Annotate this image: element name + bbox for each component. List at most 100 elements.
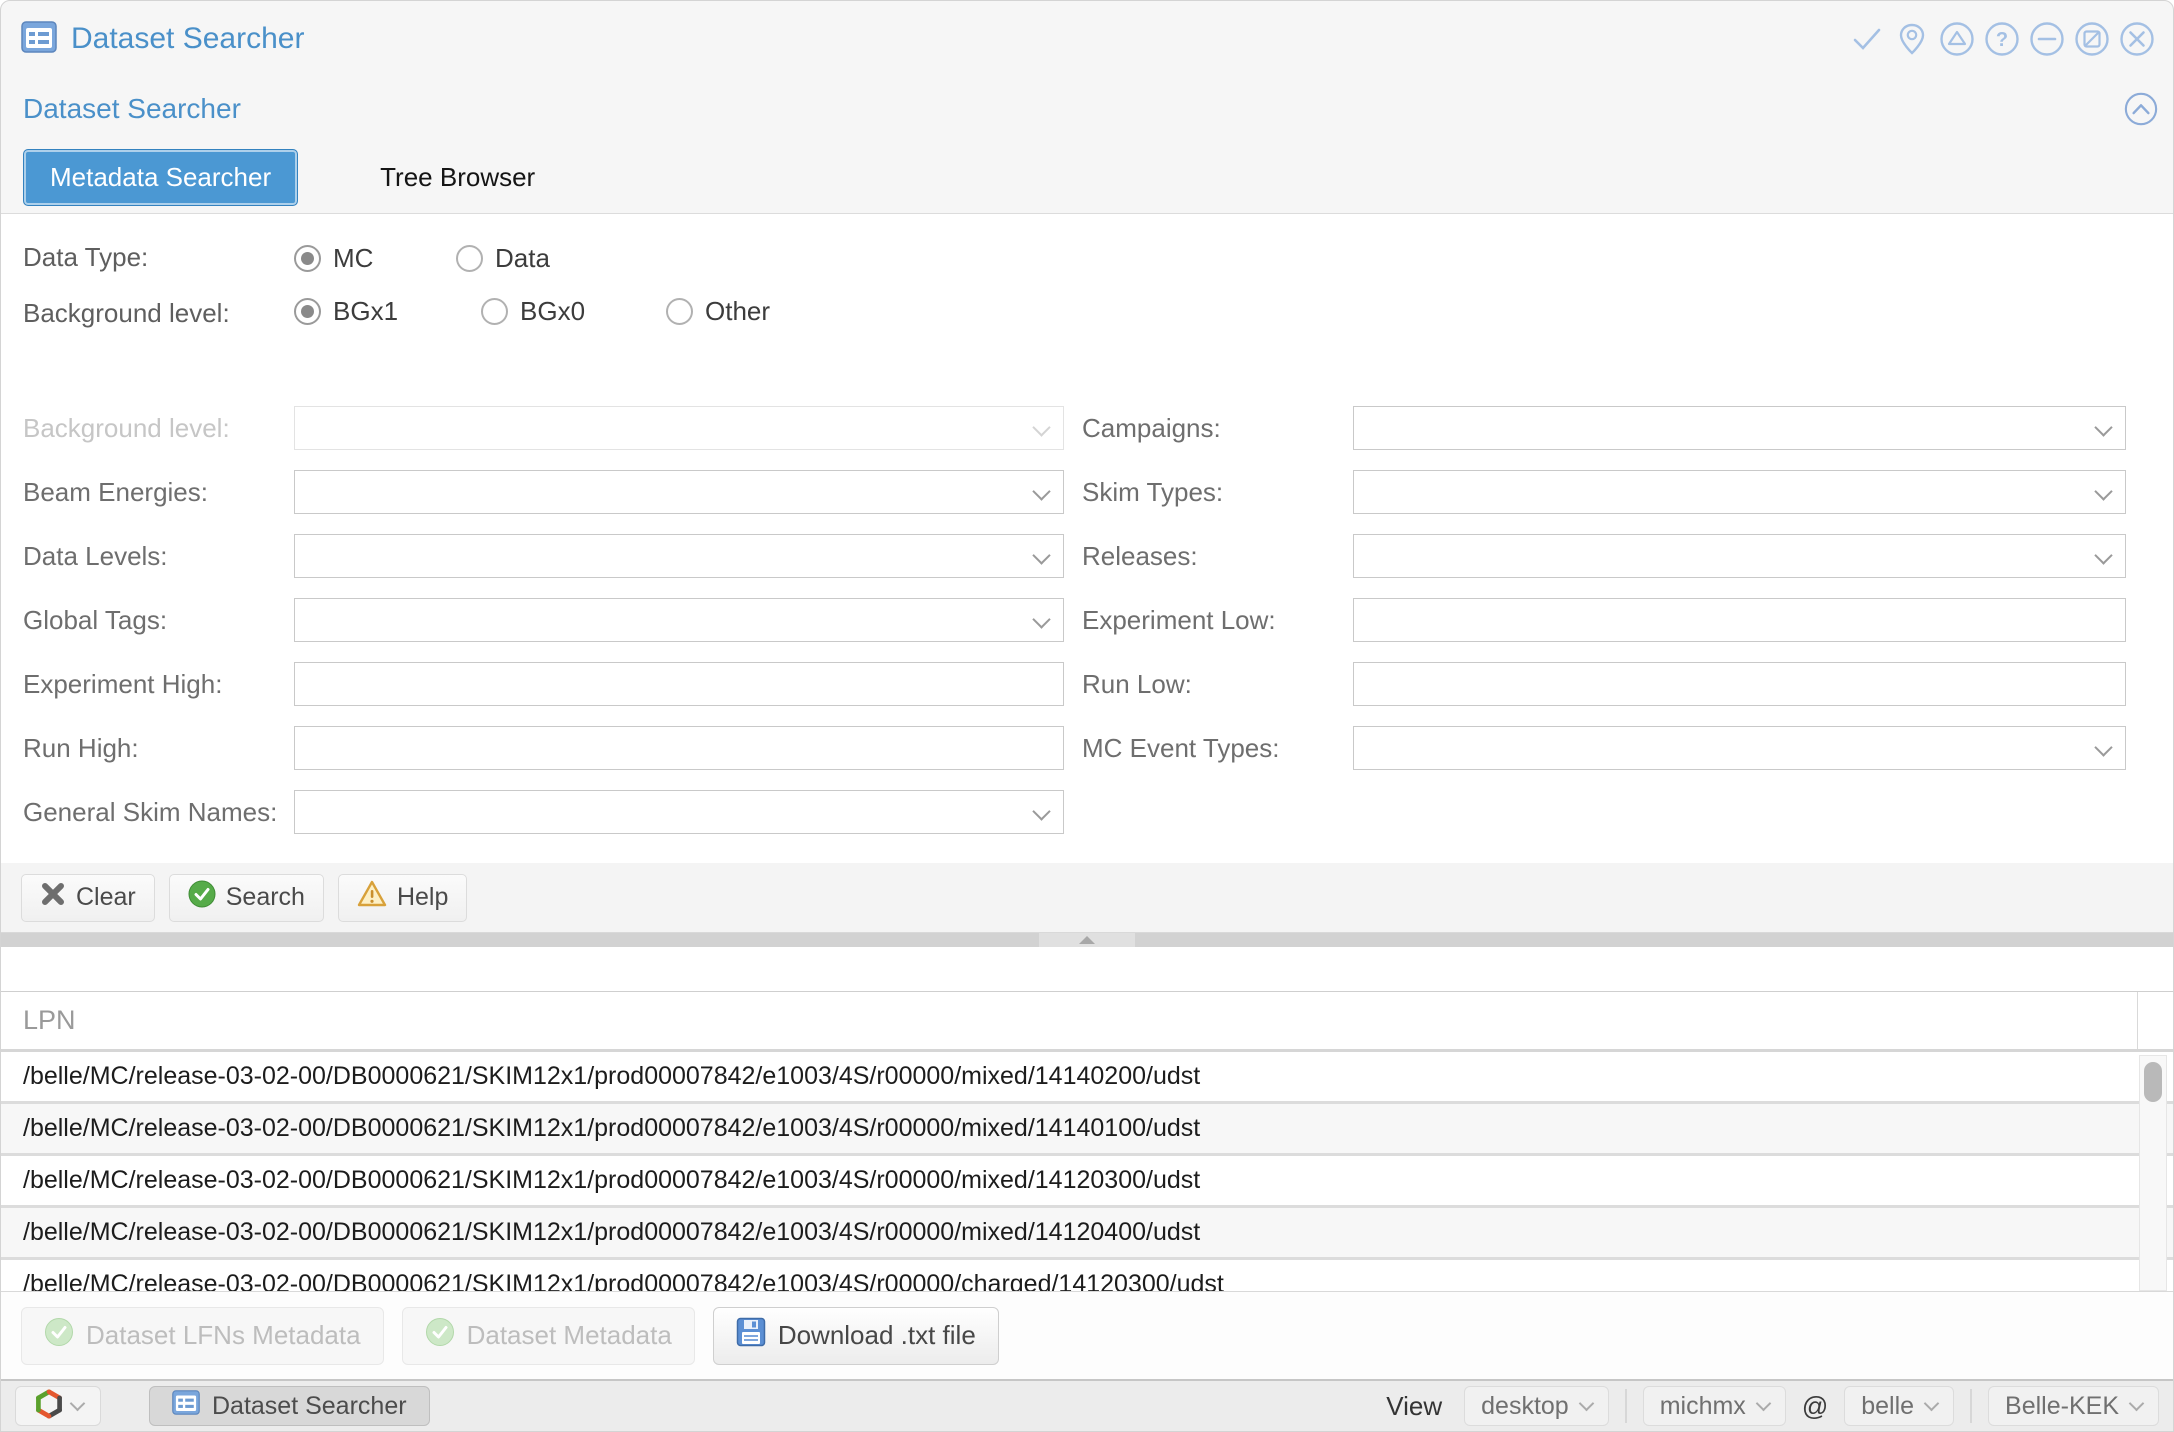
splitter-handle[interactable] — [1039, 933, 1135, 947]
data-type-radio-group: Data Type: MC Data — [23, 230, 2151, 286]
general-skim-names-combo[interactable] — [294, 790, 1064, 834]
radio-other[interactable]: Other — [666, 296, 770, 327]
start-menu-button[interactable] — [15, 1386, 101, 1426]
form-toolbar: Clear Search Help — [1, 863, 2173, 933]
search-button[interactable]: Search — [169, 874, 324, 922]
radio-mc[interactable]: MC — [294, 243, 456, 274]
view-selector[interactable]: desktop — [1464, 1386, 1609, 1426]
lpn-column-header[interactable]: LPN — [1, 992, 2173, 1052]
splitter-bar[interactable] — [1, 933, 2173, 947]
minimize-circle-icon[interactable] — [2029, 21, 2065, 57]
table-row[interactable]: /belle/MC/release-03-02-00/DB0000621/SKI… — [1, 1208, 2173, 1260]
chevron-down-icon — [2129, 1396, 2145, 1412]
background-level-radio-group: Background level: BGx1 BGx0 Other — [23, 286, 2151, 382]
run-low-field[interactable] — [1353, 662, 2126, 706]
taskbar-app-dataset-searcher[interactable]: Dataset Searcher — [149, 1386, 430, 1426]
releases-combo[interactable] — [1353, 534, 2126, 578]
chevron-down-icon — [1578, 1396, 1594, 1412]
results-toolbar: Dataset LFNs Metadata Dataset Metadata D… — [1, 1291, 2173, 1379]
site-selector[interactable]: Belle-KEK — [1988, 1386, 2159, 1426]
search-check-icon — [188, 880, 216, 915]
data-type-label: Data Type: — [23, 240, 294, 275]
help-button[interactable]: Help — [338, 874, 467, 922]
check-icon[interactable] — [1849, 21, 1885, 57]
tab-tree-browser[interactable]: Tree Browser — [380, 162, 535, 193]
campaigns-label: Campaigns: — [1064, 413, 1353, 444]
radio-data-circle[interactable] — [456, 245, 483, 272]
data-levels-label: Data Levels: — [23, 541, 294, 572]
releases-label: Releases: — [1064, 541, 1353, 572]
dirac-hexagon-logo-icon — [34, 1389, 64, 1424]
dataset-lfns-metadata-button[interactable]: Dataset LFNs Metadata — [21, 1307, 384, 1365]
app-window-icon — [172, 1390, 200, 1422]
mc-event-types-label: MC Event Types: — [1064, 733, 1353, 764]
taskbar: Dataset Searcher View desktop michmx @ b… — [1, 1379, 2173, 1431]
run-low-label: Run Low: — [1064, 669, 1353, 700]
global-tags-label: Global Tags: — [23, 605, 294, 636]
window-title: Dataset Searcher — [71, 22, 304, 56]
mc-event-types-combo[interactable] — [1353, 726, 2126, 770]
table-row[interactable]: /belle/MC/release-03-02-00/DB0000621/SKI… — [1, 1104, 2173, 1156]
taskbar-right-controls: View desktop michmx @ belle Belle-KEK — [1386, 1386, 2159, 1426]
taskbar-divider — [1970, 1389, 1972, 1423]
general-skim-names-label: General Skim Names: — [23, 797, 294, 828]
table-row[interactable]: /belle/MC/release-03-02-00/DB0000621/SKI… — [1, 1260, 2173, 1291]
experiment-low-field[interactable] — [1353, 598, 2126, 642]
chevron-down-icon — [1756, 1396, 1772, 1412]
experiment-high-field[interactable] — [294, 662, 1064, 706]
run-high-label: Run High: — [23, 733, 294, 764]
clear-button[interactable]: Clear — [21, 874, 155, 922]
skim-types-combo[interactable] — [1353, 470, 2126, 514]
panel-title: Dataset Searcher — [23, 93, 241, 125]
table-row[interactable]: /belle/MC/release-03-02-00/DB0000621/SKI… — [1, 1156, 2173, 1208]
search-form: Data Type: MC Data Background level: BGx… — [1, 213, 2173, 863]
tab-metadata-searcher[interactable]: Metadata Searcher — [23, 149, 298, 206]
results-panel-gap — [1, 947, 2173, 991]
panel-collapse-icon[interactable] — [2123, 91, 2159, 127]
help-circle-icon[interactable]: ? — [1984, 21, 2020, 57]
experiment-low-label: Experiment Low: — [1064, 605, 1353, 636]
radio-mc-circle[interactable] — [294, 245, 321, 272]
background-level-combo-label: Background level: — [23, 413, 294, 444]
download-txt-button[interactable]: Download .txt file — [713, 1307, 999, 1365]
close-circle-icon[interactable] — [2119, 21, 2155, 57]
chevron-down-icon — [1924, 1396, 1940, 1412]
at-sign: @ — [1802, 1391, 1828, 1422]
radio-bgx1[interactable]: BGx1 — [294, 296, 481, 327]
taskbar-divider — [1625, 1389, 1627, 1423]
check-circle-disabled-icon — [425, 1317, 455, 1354]
table-scrollbar-thumb[interactable] — [2144, 1062, 2162, 1102]
data-levels-combo[interactable] — [294, 534, 1064, 578]
clear-x-icon — [40, 881, 66, 914]
field-grid: Background level: Campaigns: Beam Energi… — [23, 396, 2151, 844]
run-high-field[interactable] — [294, 726, 1064, 770]
user-selector[interactable]: michmx — [1643, 1386, 1786, 1426]
radio-bgx1-circle[interactable] — [294, 298, 321, 325]
pin-icon[interactable] — [1894, 21, 1930, 57]
dataset-searcher-window: Dataset Searcher ? — [0, 0, 2174, 1432]
radio-bgx0[interactable]: BGx0 — [481, 296, 666, 327]
background-level-combo[interactable] — [294, 406, 1064, 450]
experiment-high-label: Experiment High: — [23, 669, 294, 700]
app-window-icon — [21, 21, 57, 58]
panel-header: Dataset Searcher — [1, 77, 2173, 141]
maximize-disabled-circle-icon[interactable] — [2074, 21, 2110, 57]
group-selector[interactable]: belle — [1844, 1386, 1954, 1426]
campaigns-combo[interactable] — [1353, 406, 2126, 450]
beam-energies-combo[interactable] — [294, 470, 1064, 514]
beam-energies-label: Beam Energies: — [23, 477, 294, 508]
global-tags-combo[interactable] — [294, 598, 1064, 642]
table-scrollbar[interactable] — [2139, 1055, 2167, 1291]
table-row[interactable]: /belle/MC/release-03-02-00/DB0000621/SKI… — [1, 1052, 2173, 1104]
dataset-metadata-button[interactable]: Dataset Metadata — [402, 1307, 695, 1365]
header-tools: ? — [1849, 21, 2155, 57]
radio-other-circle[interactable] — [666, 298, 693, 325]
background-level-label: Background level: — [23, 296, 294, 331]
radio-data[interactable]: Data — [456, 243, 550, 274]
collapse-up-circle-icon[interactable] — [1939, 21, 1975, 57]
header-scroll-spacer — [2137, 992, 2173, 1049]
chevron-down-icon — [69, 1396, 85, 1412]
titlebar: Dataset Searcher ? — [1, 1, 2173, 77]
radio-bgx0-circle[interactable] — [481, 298, 508, 325]
tab-bar: Metadata Searcher Tree Browser — [1, 141, 2173, 213]
